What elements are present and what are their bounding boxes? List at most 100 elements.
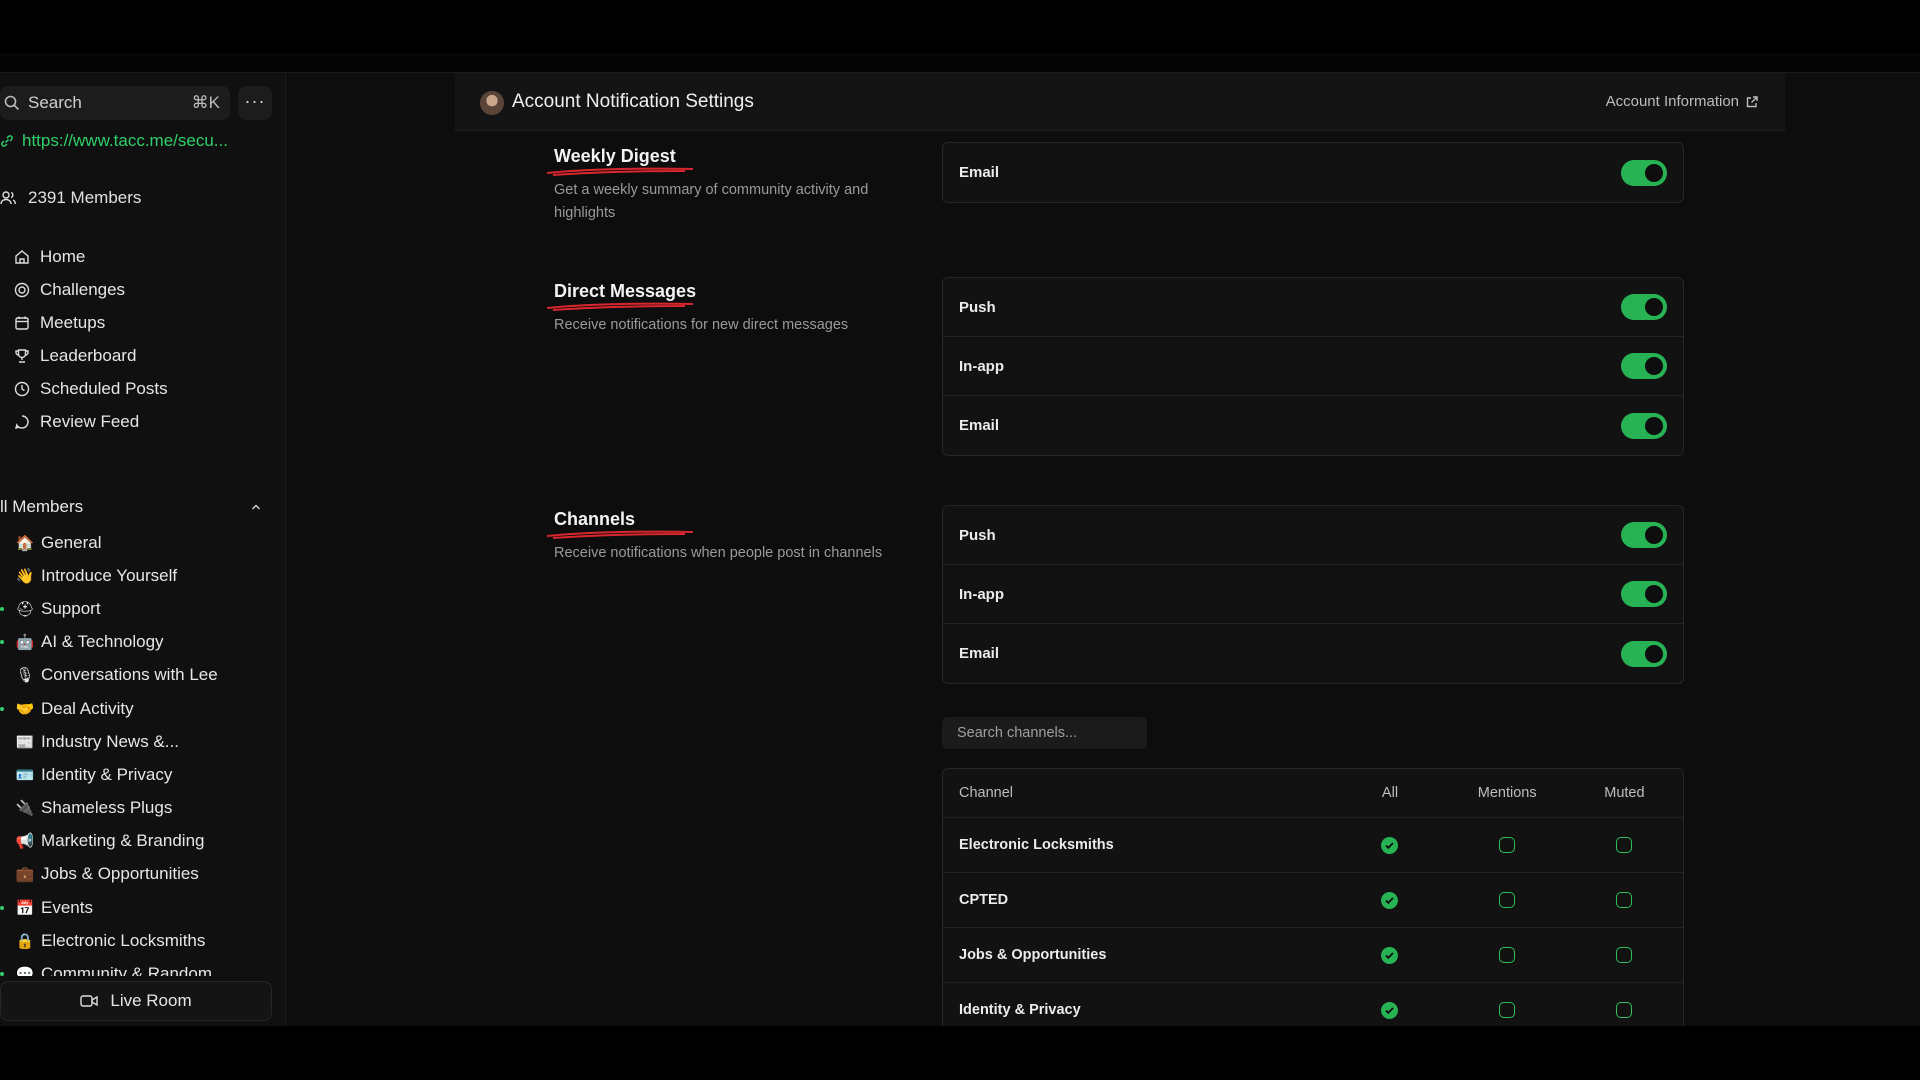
channel-group-header[interactable]: ll Members [0, 494, 262, 520]
channel-label: Shameless Plugs [41, 798, 173, 818]
clock-icon [14, 381, 30, 396]
column-header-muted: Muted [1604, 785, 1645, 801]
row-label: In-app [959, 585, 1004, 603]
unread-dot [0, 972, 4, 976]
unread-dot [0, 606, 4, 611]
account-information-link[interactable]: Account Information [1606, 93, 1759, 110]
channels-push-row: Push [943, 506, 1683, 565]
chevron-up-icon [251, 504, 261, 510]
check-icon [1385, 841, 1395, 849]
nav-label: Challenges [40, 279, 126, 299]
option-mentions[interactable] [1499, 947, 1516, 963]
table-row: CPTED [943, 873, 1683, 928]
search-channels-input[interactable] [942, 717, 1147, 749]
channel-label: Conversations with Lee [41, 665, 218, 685]
chat-icon [15, 414, 29, 429]
members-count-label: 2391 Members [28, 188, 142, 207]
check-icon [1385, 1006, 1395, 1014]
home-icon [15, 249, 29, 264]
sidebar-channel-marketing-branding[interactable]: 📢 Marketing & Branding [0, 825, 286, 858]
table-header: Channel All Mentions Muted [943, 769, 1683, 818]
row-label: Email [959, 417, 1000, 434]
channels-push-toggle[interactable] [1621, 522, 1667, 548]
wave-icon: 👋 [15, 566, 35, 585]
direct-messages-push-toggle[interactable] [1621, 294, 1667, 320]
channel-label: Introduce Yourself [41, 565, 178, 585]
live-room-button[interactable]: Live Room [0, 981, 272, 1021]
account-information-label: Account Information [1605, 93, 1739, 110]
nav-label: Scheduled Posts [40, 378, 168, 398]
channels-email-row: Email [943, 624, 1683, 683]
nav-label: Leaderboard [40, 345, 137, 365]
table-row: Jobs & Opportunities [943, 928, 1683, 983]
sidebar-channel-identity-privacy[interactable]: 🪪 Identity & Privacy [0, 758, 286, 791]
weekly-digest-card: Email [942, 142, 1684, 203]
robot-icon: 🤖 [15, 633, 35, 652]
sidebar-channel-general[interactable]: 🏠 General [0, 526, 286, 559]
channel-label: General [41, 532, 102, 552]
community-link-label: https://www.tacc.me/secu... [22, 131, 228, 150]
option-mentions[interactable] [1499, 837, 1516, 853]
channel-name: Identity & Privacy [959, 1002, 1081, 1018]
option-mentions[interactable] [1499, 1002, 1516, 1018]
sidebar-channel-shameless-plugs[interactable]: 🔌 Shameless Plugs [0, 792, 286, 825]
channels-inapp-toggle[interactable] [1621, 581, 1667, 607]
weekly-digest-title: Weekly Digest [554, 146, 676, 166]
sidebar-channel-ai-technology[interactable]: 🤖 AI & Technology [0, 626, 286, 659]
option-muted[interactable] [1616, 892, 1633, 908]
plug-icon: 🔌 [15, 799, 35, 818]
sidebar-channel-electronic-locksmiths[interactable]: 🔒 Electronic Locksmiths [0, 924, 286, 957]
sidebar-channel-community-random[interactable]: 💬 Community & Random [0, 957, 286, 976]
calendar-icon: 📅 [15, 898, 35, 917]
sidebar-channel-industry-news[interactable]: 📰 Industry News &... [0, 725, 286, 758]
settings-header: Account Notification Settings Account In… [455, 73, 1785, 131]
nav-item-home[interactable]: Home [14, 240, 168, 273]
community-link[interactable]: https://www.tacc.me/secu... [0, 129, 228, 153]
channels-description: Receive notifications when people post i… [554, 545, 883, 561]
option-all-checked[interactable] [1381, 1001, 1399, 1019]
sidebar-search[interactable]: Search ⌘K [0, 86, 230, 120]
nav-item-challenges[interactable]: Challenges [14, 273, 168, 306]
link-icon [1, 135, 13, 147]
option-all-checked[interactable] [1381, 836, 1399, 854]
option-muted[interactable] [1616, 837, 1633, 853]
direct-messages-inapp-row: In-app [943, 337, 1683, 396]
sidebar-channel-conversations-with-lee[interactable]: 🎙 Conversations with Lee [0, 659, 286, 692]
nav-item-review-feed[interactable]: Review Feed [14, 405, 168, 438]
speech-bubble-icon: 💬 [15, 965, 35, 976]
sidebar-channel-deal-activity[interactable]: 🤝 Deal Activity [0, 692, 286, 725]
direct-messages-inapp-toggle[interactable] [1621, 353, 1667, 379]
nav-item-scheduled-posts[interactable]: Scheduled Posts [14, 372, 168, 405]
weekly-digest-desc-line1: Get a weekly summary of community activi… [554, 182, 869, 198]
option-muted[interactable] [1616, 947, 1633, 963]
channel-label: Jobs & Opportunities [41, 864, 199, 884]
search-icon [4, 95, 20, 111]
option-muted[interactable] [1616, 1002, 1633, 1018]
avatar[interactable] [480, 91, 504, 115]
main-nav: Home Challenges Meetups Leaderboard Sche… [14, 240, 168, 438]
annotation-underline [546, 302, 694, 311]
direct-messages-email-toggle[interactable] [1621, 412, 1667, 439]
option-all-checked[interactable] [1381, 946, 1399, 964]
unread-dot [0, 905, 4, 910]
nav-label: Home [40, 246, 86, 266]
external-link-icon [1746, 95, 1758, 107]
channels-email-toggle[interactable] [1621, 640, 1667, 667]
channel-group-title: ll Members [0, 497, 84, 516]
sidebar-channel-jobs-opportunities[interactable]: 💼 Jobs & Opportunities [0, 858, 286, 891]
weekly-digest-email-toggle[interactable] [1621, 159, 1667, 186]
sidebar-channel-introduce-yourself[interactable]: 👋 Introduce Yourself [0, 559, 286, 592]
sidebar-channel-events[interactable]: 📅 Events [0, 891, 286, 924]
sidebar-channel-support[interactable]: ⛑ Support [0, 592, 286, 625]
channel-label: Marketing & Branding [41, 831, 205, 851]
row-label: Email [959, 164, 1000, 181]
members-count[interactable]: 2391 Members [0, 188, 141, 208]
more-options-button[interactable]: ··· [238, 86, 272, 120]
option-mentions[interactable] [1499, 892, 1516, 908]
channel-label: AI & Technology [41, 632, 164, 652]
option-all-checked[interactable] [1381, 891, 1399, 909]
nav-item-meetups[interactable]: Meetups [14, 306, 168, 339]
nav-item-leaderboard[interactable]: Leaderboard [14, 339, 168, 372]
column-header-channel: Channel [959, 785, 1014, 801]
newspaper-icon: 📰 [15, 732, 35, 751]
